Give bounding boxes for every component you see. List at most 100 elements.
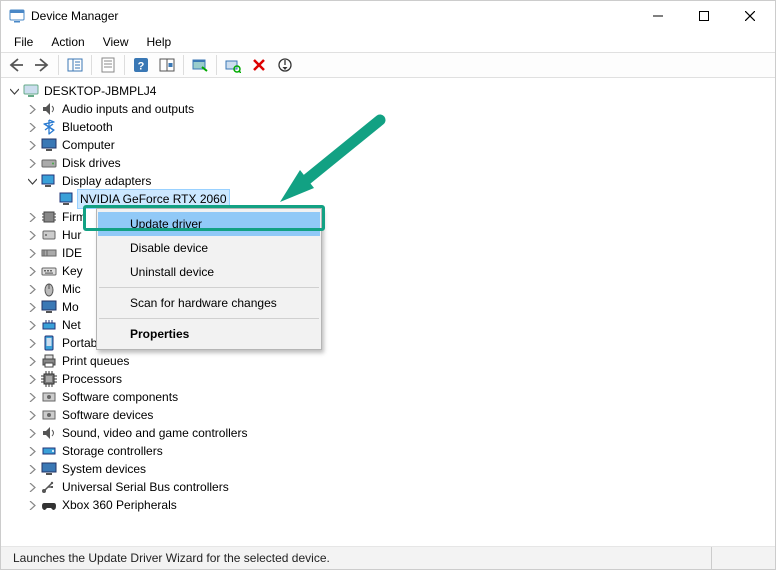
show-hide-tree-button[interactable] — [63, 53, 87, 77]
tree-item-label: Print queues — [60, 352, 131, 370]
tree-swdev[interactable]: Software devices — [7, 406, 775, 424]
uninstall-button[interactable] — [247, 53, 271, 77]
speaker-icon — [41, 425, 57, 441]
expand-icon[interactable] — [25, 264, 39, 278]
svg-text:?: ? — [138, 61, 145, 73]
gamepad-icon — [41, 497, 57, 513]
monitor-icon — [41, 137, 57, 153]
forward-button[interactable] — [30, 53, 54, 77]
tree-item-label: Computer — [60, 136, 117, 154]
disable-button[interactable] — [273, 53, 297, 77]
mouse-icon — [41, 281, 57, 297]
expand-icon[interactable] — [25, 246, 39, 260]
network-icon — [41, 317, 57, 333]
tree-diskdrives[interactable]: Disk drives — [7, 154, 775, 172]
expand-icon[interactable] — [25, 138, 39, 152]
software-icon — [41, 389, 57, 405]
maximize-button[interactable] — [681, 1, 727, 31]
display-adapter-icon — [41, 173, 57, 189]
close-button[interactable] — [727, 1, 773, 31]
tree-sound[interactable]: Sound, video and game controllers — [7, 424, 775, 442]
display-adapter-icon — [59, 191, 75, 207]
tree-item-label: Key — [60, 262, 85, 280]
computer-icon — [23, 83, 39, 99]
expand-icon[interactable] — [25, 300, 39, 314]
expand-icon[interactable] — [25, 102, 39, 116]
app-icon — [9, 8, 25, 24]
expand-icon[interactable] — [25, 444, 39, 458]
tree-item-label: Mo — [60, 298, 81, 316]
tree-computer[interactable]: Computer — [7, 136, 775, 154]
tree-root[interactable]: DESKTOP-JBMPLJ4 — [7, 82, 775, 100]
tree-item-label: Xbox 360 Peripherals — [60, 496, 179, 514]
ctx-scan-hardware[interactable]: Scan for hardware changes — [98, 291, 320, 315]
tree-storage[interactable]: Storage controllers — [7, 442, 775, 460]
expand-icon[interactable] — [25, 156, 39, 170]
disk-icon — [41, 155, 57, 171]
tree-xbox[interactable]: Xbox 360 Peripherals — [7, 496, 775, 514]
back-button[interactable] — [4, 53, 28, 77]
tree-usb[interactable]: Universal Serial Bus controllers — [7, 478, 775, 496]
expand-icon[interactable] — [25, 282, 39, 296]
tree-display[interactable]: Display adapters — [7, 172, 775, 190]
expand-icon[interactable] — [25, 426, 39, 440]
expand-icon[interactable] — [25, 372, 39, 386]
statusbar-cell — [711, 547, 771, 569]
tree-item-label: Software devices — [60, 406, 155, 424]
minimize-button[interactable] — [635, 1, 681, 31]
expand-icon[interactable] — [25, 408, 39, 422]
expand-icon[interactable] — [25, 120, 39, 134]
portable-icon — [41, 335, 57, 351]
keyboard-icon — [41, 263, 57, 279]
tree-item-label: Display adapters — [60, 172, 153, 190]
tree-item-label: Sound, video and game controllers — [60, 424, 249, 442]
menu-help[interactable]: Help — [138, 33, 181, 51]
expand-icon[interactable] — [25, 228, 39, 242]
bluetooth-icon — [41, 119, 57, 135]
software-device-icon — [41, 407, 57, 423]
help-button[interactable]: ? — [129, 53, 153, 77]
tree-printqueues[interactable]: Print queues — [7, 352, 775, 370]
menu-action[interactable]: Action — [42, 33, 93, 51]
ctx-disable-device[interactable]: Disable device — [98, 236, 320, 260]
tree-item-label: Hur — [60, 226, 83, 244]
menu-view[interactable]: View — [94, 33, 138, 51]
expand-icon[interactable] — [25, 318, 39, 332]
expand-icon[interactable] — [25, 210, 39, 224]
tree-item-label: Software components — [60, 388, 180, 406]
ctx-update-driver[interactable]: Update driver — [98, 212, 320, 236]
properties-button[interactable] — [96, 53, 120, 77]
expand-icon[interactable] — [25, 354, 39, 368]
tree-nvidia[interactable]: NVIDIA GeForce RTX 2060 — [7, 190, 775, 208]
statusbar-text: Launches the Update Driver Wizard for th… — [5, 547, 711, 569]
printer-icon — [41, 353, 57, 369]
update-driver-button[interactable] — [188, 53, 212, 77]
tree-item-label: IDE — [60, 244, 84, 262]
tree-audio[interactable]: Audio inputs and outputs — [7, 100, 775, 118]
tree-processors[interactable]: Processors — [7, 370, 775, 388]
scan-hardware-button[interactable] — [221, 53, 245, 77]
expand-icon[interactable] — [25, 480, 39, 494]
expand-icon[interactable] — [25, 462, 39, 476]
tree-item-label: Processors — [60, 370, 124, 388]
tree-bluetooth[interactable]: Bluetooth — [7, 118, 775, 136]
window-title: Device Manager — [31, 9, 118, 23]
collapse-icon[interactable] — [25, 174, 39, 188]
ctx-properties[interactable]: Properties — [98, 322, 320, 346]
tree-sysdev[interactable]: System devices — [7, 460, 775, 478]
ctx-uninstall-device[interactable]: Uninstall device — [98, 260, 320, 284]
toolbar-btn-5[interactable] — [155, 53, 179, 77]
tree-item-label: System devices — [60, 460, 148, 478]
titlebar: Device Manager — [1, 1, 775, 31]
speaker-icon — [41, 101, 57, 117]
menu-file[interactable]: File — [5, 33, 42, 51]
ctx-separator — [99, 318, 319, 319]
system-icon — [41, 461, 57, 477]
expand-icon[interactable] — [25, 498, 39, 512]
expand-icon[interactable] — [25, 390, 39, 404]
expand-icon[interactable] — [25, 336, 39, 350]
collapse-icon[interactable] — [7, 84, 21, 98]
hid-icon — [41, 227, 57, 243]
tree-item-label: NVIDIA GeForce RTX 2060 — [78, 190, 229, 208]
tree-swcomp[interactable]: Software components — [7, 388, 775, 406]
